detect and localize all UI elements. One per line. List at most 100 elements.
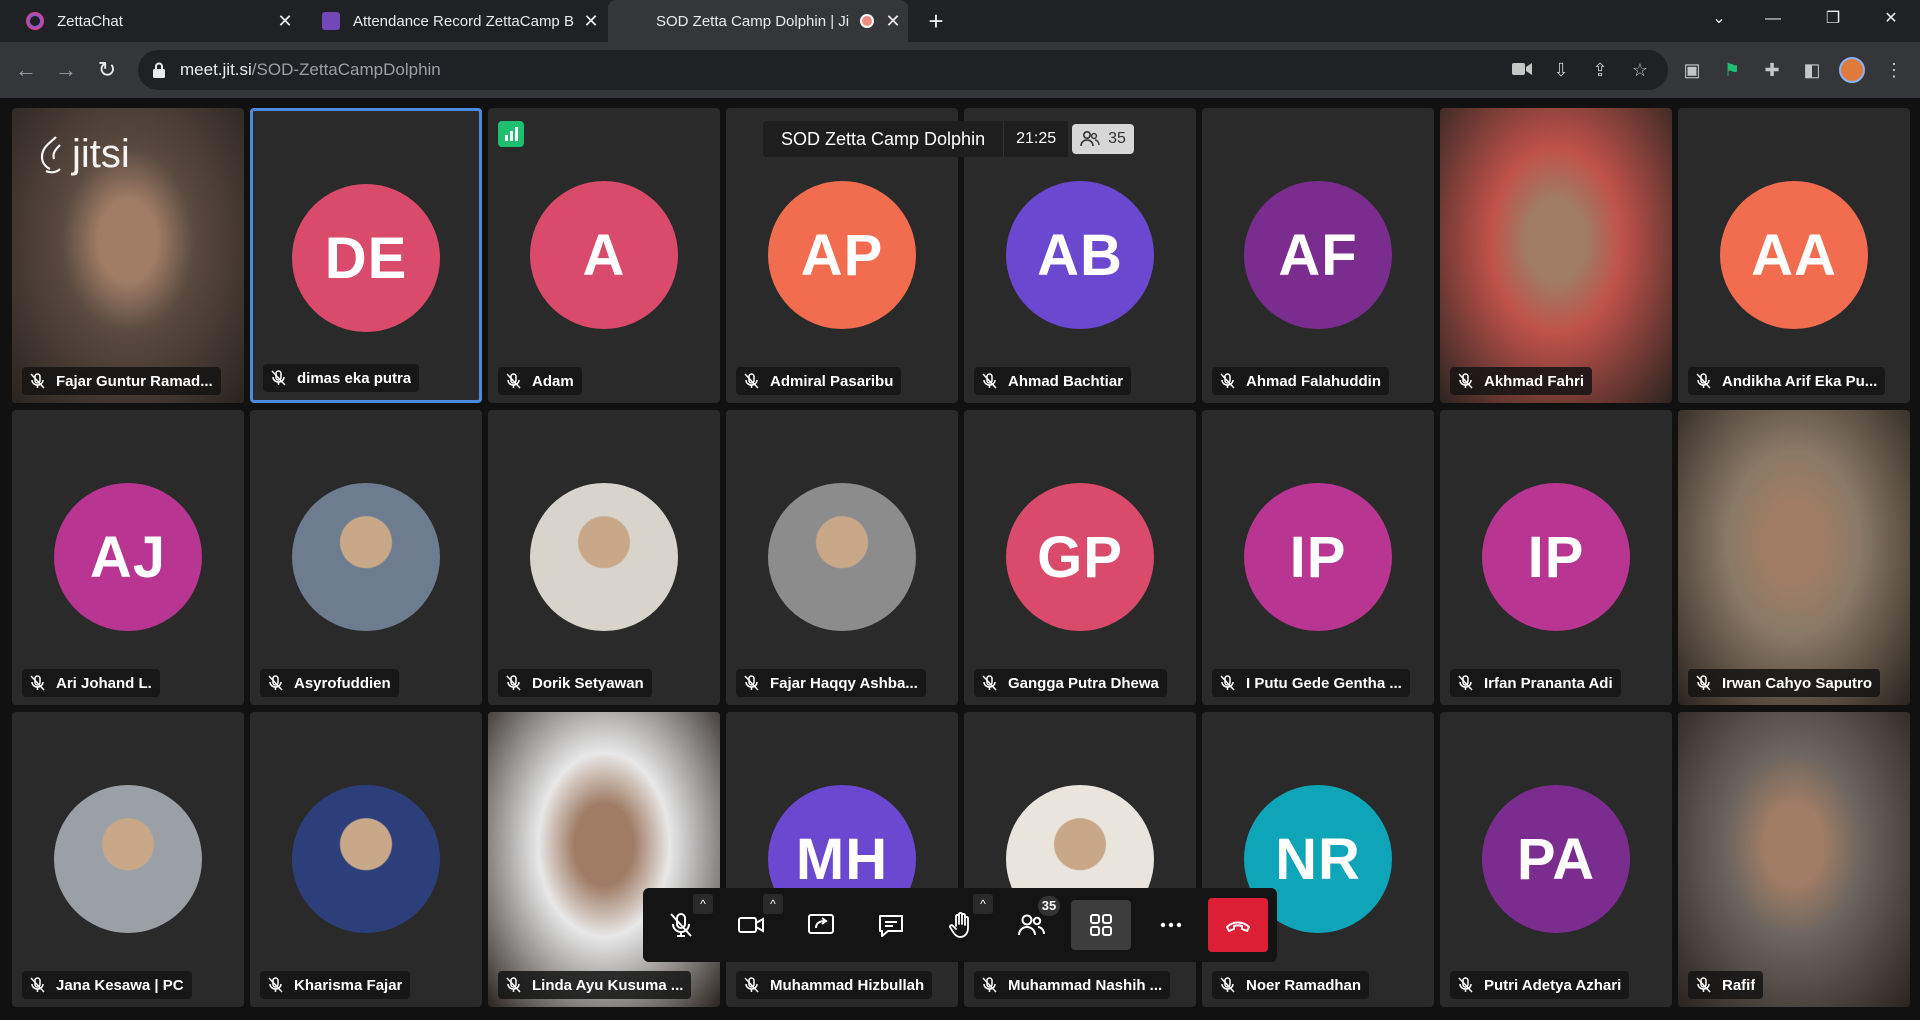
microphone-muted-icon	[266, 976, 284, 994]
participant-name: Ahmad Falahuddin	[1246, 372, 1381, 390]
more-button[interactable]	[1141, 900, 1201, 950]
participant-name-tag: Jana Kesawa | PC	[22, 971, 192, 999]
avatar	[292, 785, 440, 933]
chat-button[interactable]	[861, 900, 921, 950]
participant-tile[interactable]: Asyrofuddien	[250, 410, 482, 705]
avatar: AF	[1244, 181, 1392, 329]
meeting-stage: Fajar Guntur Ramad... DE dimas eka putra A A…	[0, 98, 1920, 1020]
participant-name: Muhammad Nashih ...	[1008, 976, 1163, 994]
participant-name: Fajar Haqqy Ashba...	[770, 674, 918, 692]
camera-permission-icon[interactable]	[1508, 56, 1536, 84]
watermark-text: jitsi	[72, 132, 130, 176]
participant-tile[interactable]: Linda Ayu Kusuma ...	[488, 712, 720, 1007]
avatar[interactable]	[1838, 56, 1866, 84]
participant-tile[interactable]: A Adam	[488, 108, 720, 403]
participant-tile[interactable]: IP I Putu Gede Gentha ...	[1202, 410, 1434, 705]
participant-tile[interactable]: Dorik Setyawan	[488, 410, 720, 705]
participant-tile[interactable]: IP Irfan Prananta Adi	[1440, 410, 1672, 705]
restore-button[interactable]: ❐	[1804, 0, 1862, 38]
participant-name-tag: Fajar Guntur Ramad...	[22, 367, 221, 395]
microphone-muted-icon	[1218, 976, 1236, 994]
zettachat-icon	[26, 12, 44, 30]
browser-toolbar: ← → ↻ meet.jit.si/SOD-ZettaCampDolphin ⇩…	[0, 42, 1920, 98]
forward-button[interactable]: →	[52, 56, 80, 84]
participant-tile[interactable]: NR Noer Ramadhan	[1202, 712, 1434, 1007]
participant-tile[interactable]: Irwan Cahyo Saputro	[1678, 410, 1910, 705]
recording-icon	[860, 14, 874, 28]
avatar: GP	[1006, 483, 1154, 631]
microphone-muted-icon	[742, 976, 760, 994]
close-icon[interactable]: ✕	[576, 11, 606, 32]
share-icon[interactable]: ⇪	[1586, 56, 1614, 84]
microphone-muted-icon	[1218, 674, 1236, 692]
participant-name-tag: Akhmad Fahri	[1450, 367, 1593, 395]
close-window-button[interactable]: ✕	[1862, 0, 1920, 38]
menu-kebab-icon[interactable]: ⋮	[1880, 56, 1908, 84]
tab-zettachat[interactable]: ZettaChat ✕	[0, 0, 300, 42]
bookmark-star-icon[interactable]: ☆	[1626, 56, 1654, 84]
participant-tile[interactable]: GP Gangga Putra Dhewa	[964, 410, 1196, 705]
close-icon[interactable]: ✕	[270, 11, 300, 32]
tab-label: Attendance Record ZettaCamp B	[353, 12, 574, 30]
participant-name-tag: Muhammad Hizbullah	[736, 971, 933, 999]
back-button[interactable]: ←	[12, 56, 40, 84]
close-icon[interactable]: ✕	[878, 11, 908, 32]
participant-tile[interactable]: DE dimas eka putra	[250, 108, 482, 403]
participant-name-tag: dimas eka putra	[263, 364, 420, 392]
avatar	[292, 483, 440, 631]
participant-name-tag: Adam	[498, 367, 582, 395]
tile-view-button[interactable]	[1071, 900, 1131, 950]
hangup-button[interactable]	[1208, 898, 1268, 952]
extension-icon[interactable]: ⚑	[1718, 56, 1746, 84]
video-options-chevron-icon[interactable]: ^	[763, 894, 783, 914]
participant-tile[interactable]: Kharisma Fajar	[250, 712, 482, 1007]
participant-tile[interactable]: Muhammad Nashih ...	[964, 712, 1196, 1007]
tab-label: ZettaChat	[57, 12, 123, 30]
lock-icon	[152, 62, 166, 78]
participant-name: Rafif	[1722, 976, 1756, 994]
address-bar[interactable]: meet.jit.si/SOD-ZettaCampDolphin	[138, 50, 1668, 90]
jitsi-watermark[interactable]: jitsi	[38, 132, 130, 177]
participant-tile[interactable]: AJ Ari Johand L.	[12, 410, 244, 705]
microphone-muted-icon	[1694, 674, 1712, 692]
participant-tile[interactable]: PA Putri Adetya Azhari	[1440, 712, 1672, 1007]
tab-jitsi[interactable]: SOD Zetta Camp Dolphin | Ji ✕	[608, 0, 908, 42]
meeting-toolbox: ^ ^ ^ 35	[643, 888, 1277, 962]
list-icon	[322, 12, 340, 30]
tab-attendance[interactable]: Attendance Record ZettaCamp B ✕	[302, 0, 606, 42]
microphone-muted-icon	[266, 674, 284, 692]
side-panel-icon[interactable]: ◧	[1798, 56, 1826, 84]
microphone-muted-icon	[1694, 372, 1712, 390]
microphone-muted-icon	[1218, 372, 1236, 390]
microphone-muted-icon	[670, 913, 692, 937]
participant-tile[interactable]: Jana Kesawa | PC	[12, 712, 244, 1007]
screenshare-button[interactable]	[791, 900, 851, 950]
participant-tile[interactable]: AA Andikha Arif Eka Pu...	[1678, 108, 1910, 403]
participant-tile[interactable]: Fajar Haqqy Ashba...	[726, 410, 958, 705]
reactions-chevron-icon[interactable]: ^	[973, 894, 993, 914]
participant-tile[interactable]: MH Muhammad Hizbullah	[726, 712, 958, 1007]
participant-name: Irfan Prananta Adi	[1484, 674, 1613, 692]
participant-count[interactable]: 35	[1072, 124, 1134, 154]
minimize-button[interactable]: —	[1744, 0, 1802, 38]
participant-name-tag: I Putu Gede Gentha ...	[1212, 669, 1410, 697]
install-app-icon[interactable]: ⇩	[1547, 56, 1575, 84]
reload-button[interactable]: ↻	[93, 56, 121, 84]
picture-in-picture-icon[interactable]: ▣	[1678, 56, 1706, 84]
audio-options-chevron-icon[interactable]: ^	[693, 894, 713, 914]
participant-tile[interactable]: Rafif	[1678, 712, 1910, 1007]
participant-name-tag: Gangga Putra Dhewa	[974, 669, 1167, 697]
microphone-muted-icon	[28, 976, 46, 994]
microphone-muted-icon	[1694, 976, 1712, 994]
participant-name-tag: Ahmad Bachtiar	[974, 367, 1132, 395]
avatar: AB	[1006, 181, 1154, 329]
participant-tile[interactable]: Akhmad Fahri	[1440, 108, 1672, 403]
participant-tile[interactable]: AF Ahmad Falahuddin	[1202, 108, 1434, 403]
participant-name: Noer Ramadhan	[1246, 976, 1362, 994]
tab-search-button[interactable]: ⌄	[1690, 0, 1748, 38]
puzzle-icon[interactable]: ✚	[1758, 56, 1786, 84]
new-tab-button[interactable]: +	[920, 5, 952, 37]
participant-name-tag: Asyrofuddien	[260, 669, 399, 697]
participant-name-tag: Andikha Arif Eka Pu...	[1688, 367, 1886, 395]
connection-indicator-icon[interactable]	[498, 121, 524, 147]
